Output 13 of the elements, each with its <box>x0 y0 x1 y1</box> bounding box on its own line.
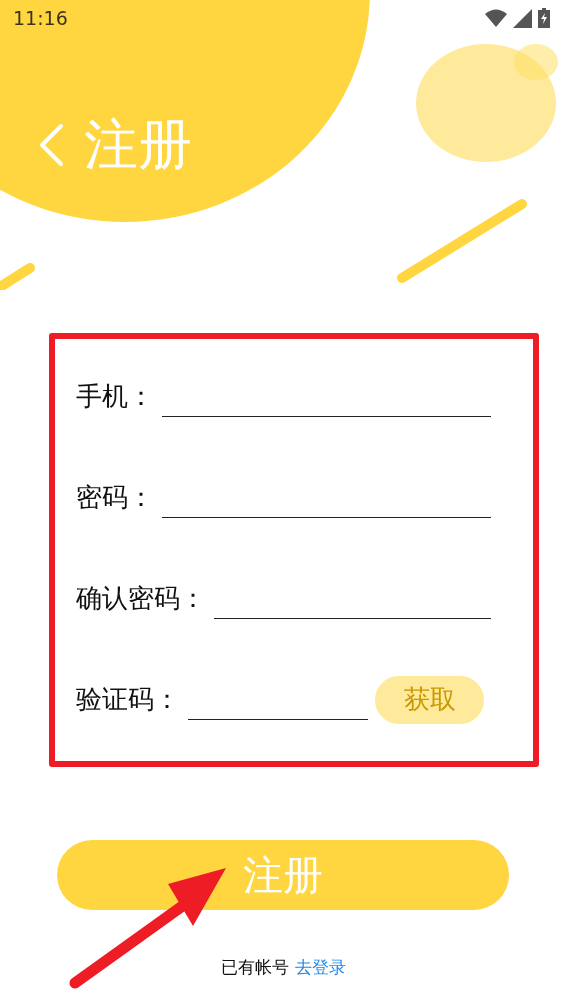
field-label: 手机： <box>76 380 154 413</box>
login-link[interactable]: 去登录 <box>294 956 346 979</box>
stripe-decoration <box>0 260 36 290</box>
page-title: 注册 <box>84 115 192 175</box>
battery-icon <box>538 8 550 28</box>
field-label: 密码： <box>76 481 154 514</box>
status-time: 11:16 <box>13 7 68 29</box>
signal-icon <box>513 8 532 28</box>
wifi-icon <box>485 9 507 27</box>
footer-text: 已有帐号 <box>220 956 289 979</box>
register-button[interactable]: 注册 <box>57 840 509 910</box>
field-label: 验证码： <box>76 683 180 716</box>
field-label: 确认密码： <box>76 582 206 615</box>
